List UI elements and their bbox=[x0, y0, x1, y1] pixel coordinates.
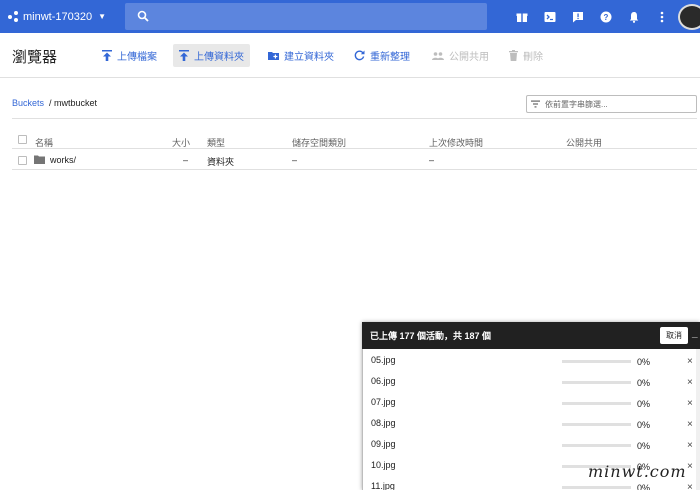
close-icon[interactable]: × bbox=[687, 440, 693, 451]
delete-button[interactable]: 刪除 bbox=[503, 44, 549, 67]
upload-file-name: 10.jpg bbox=[371, 460, 396, 470]
create-folder-label: 建立資料夾 bbox=[284, 52, 334, 63]
upload-files-button[interactable]: 上傳檔案 bbox=[96, 44, 163, 67]
upload-progress-bar bbox=[562, 360, 631, 363]
upload-file-name: 06.jpg bbox=[371, 376, 396, 386]
page-title: 瀏覽器 bbox=[12, 49, 58, 66]
alert-icon[interactable] bbox=[564, 0, 592, 33]
filter-placeholder: 依前置字串篩選... bbox=[545, 99, 608, 109]
upload-folder-button[interactable]: 上傳資料夾 bbox=[173, 44, 250, 67]
refresh-label: 重新整理 bbox=[370, 52, 410, 63]
upload-file-name: 07.jpg bbox=[371, 397, 396, 407]
column-public[interactable]: 公開共用 bbox=[566, 136, 602, 149]
upload-progress-percent: 0% bbox=[637, 378, 651, 388]
upload-file-name: 08.jpg bbox=[371, 418, 396, 428]
upload-file-name: 05.jpg bbox=[371, 355, 396, 365]
upload-progress-percent: 0% bbox=[637, 483, 651, 490]
project-selector[interactable]: minwt-170320 ▼ bbox=[8, 8, 106, 25]
filter-icon bbox=[531, 100, 540, 108]
gift-icon[interactable] bbox=[508, 0, 536, 33]
row-storage-class: – bbox=[292, 155, 298, 165]
prefix-filter-input[interactable]: 依前置字串篩選... bbox=[526, 95, 697, 113]
upload-list-item: 08.jpg 0% × bbox=[363, 412, 700, 433]
svg-text:?: ? bbox=[604, 13, 609, 22]
avatar[interactable] bbox=[678, 3, 700, 30]
top-app-bar: minwt-170320 ▼ ? bbox=[0, 0, 700, 33]
create-folder-button[interactable]: 建立資料夾 bbox=[262, 44, 340, 67]
dropdown-caret-icon: ▼ bbox=[98, 12, 107, 21]
close-icon[interactable]: × bbox=[687, 356, 693, 367]
upload-file-name: 09.jpg bbox=[371, 439, 396, 449]
create-folder-icon bbox=[268, 52, 279, 60]
column-storage-class[interactable]: 儲存空間類別 bbox=[292, 136, 346, 149]
project-name: minwt-170320 bbox=[23, 10, 93, 23]
upload-progress-bar bbox=[562, 423, 631, 426]
upload-progress-percent: 0% bbox=[637, 399, 651, 409]
cancel-upload-button[interactable]: 取消 bbox=[660, 327, 688, 344]
upload-icon bbox=[102, 50, 112, 61]
close-icon[interactable]: × bbox=[687, 482, 693, 490]
upload-progress-percent: 0% bbox=[637, 357, 651, 367]
row-checkbox[interactable] bbox=[18, 156, 27, 165]
row-last-modified: – bbox=[429, 155, 435, 165]
scrollbar[interactable] bbox=[696, 349, 700, 490]
breadcrumb-buckets-link[interactable]: Buckets bbox=[12, 98, 44, 108]
upload-icon bbox=[179, 50, 189, 61]
more-vert-icon[interactable] bbox=[648, 0, 676, 33]
breadcrumb: Buckets / mwtbucket bbox=[12, 98, 97, 108]
upload-list-item: 06.jpg 0% × bbox=[363, 370, 700, 391]
column-name[interactable]: 名稱 bbox=[35, 136, 53, 149]
upload-progress-percent: 0% bbox=[637, 420, 651, 430]
share-public-label: 公開共用 bbox=[449, 52, 489, 63]
table-row[interactable]: works/ – 資料夾 – – bbox=[12, 150, 697, 170]
row-name[interactable]: works/ bbox=[50, 155, 76, 165]
close-icon[interactable]: × bbox=[687, 377, 693, 388]
close-icon[interactable]: × bbox=[687, 419, 693, 430]
folder-icon bbox=[34, 155, 45, 164]
share-public-button[interactable]: 公開共用 bbox=[426, 44, 495, 67]
breadcrumb-current: / mwtbucket bbox=[49, 98, 98, 108]
upload-panel-title: 已上傳 177 個活動，共 187 個 bbox=[370, 331, 492, 341]
column-last-modified[interactable]: 上次修改時間 bbox=[429, 136, 483, 149]
upload-progress-bar bbox=[562, 444, 631, 447]
refresh-button[interactable]: 重新整理 bbox=[348, 44, 416, 67]
upload-progress-bar bbox=[562, 486, 631, 489]
help-icon[interactable]: ? bbox=[592, 0, 620, 33]
refresh-icon bbox=[354, 50, 365, 61]
column-type[interactable]: 類型 bbox=[207, 136, 225, 149]
browser-toolbar: 瀏覽器 上傳檔案 上傳資料夾 建立資料夾 重新整理 公開共用 刪除 bbox=[0, 33, 700, 78]
upload-list-item: 07.jpg 0% × bbox=[363, 391, 700, 412]
upload-list-item: 05.jpg 0% × bbox=[363, 349, 700, 370]
row-type: 資料夾 bbox=[207, 157, 235, 167]
upload-files-label: 上傳檔案 bbox=[117, 52, 157, 63]
watermark: minwt.com bbox=[588, 462, 687, 481]
trash-icon bbox=[509, 50, 518, 61]
upload-folder-label: 上傳資料夾 bbox=[194, 52, 244, 63]
terminal-icon[interactable] bbox=[536, 0, 564, 33]
people-icon bbox=[432, 51, 444, 60]
close-icon[interactable]: × bbox=[687, 461, 693, 472]
column-size[interactable]: 大小 bbox=[172, 136, 190, 149]
upload-file-name: 11.jpg bbox=[371, 481, 395, 490]
row-size: – bbox=[183, 155, 189, 165]
upload-list-item: 09.jpg 0% × bbox=[363, 433, 700, 454]
upload-panel-header: 已上傳 177 個活動，共 187 個 取消 _ bbox=[362, 322, 700, 349]
search-input[interactable] bbox=[125, 3, 487, 30]
search-icon bbox=[137, 10, 149, 22]
upload-progress-bar bbox=[562, 381, 631, 384]
delete-label: 刪除 bbox=[523, 52, 543, 63]
notification-bell-icon[interactable] bbox=[620, 0, 648, 33]
upload-progress-bar bbox=[562, 402, 631, 405]
table-header: 名稱 大小 類型 儲存空間類別 上次修改時間 公開共用 bbox=[12, 131, 697, 149]
upload-progress-percent: 0% bbox=[637, 441, 651, 451]
select-all-checkbox[interactable] bbox=[18, 135, 27, 144]
close-icon[interactable]: × bbox=[687, 398, 693, 409]
project-icon bbox=[8, 10, 20, 23]
divider bbox=[12, 118, 697, 119]
minimize-button[interactable]: _ bbox=[692, 328, 700, 339]
